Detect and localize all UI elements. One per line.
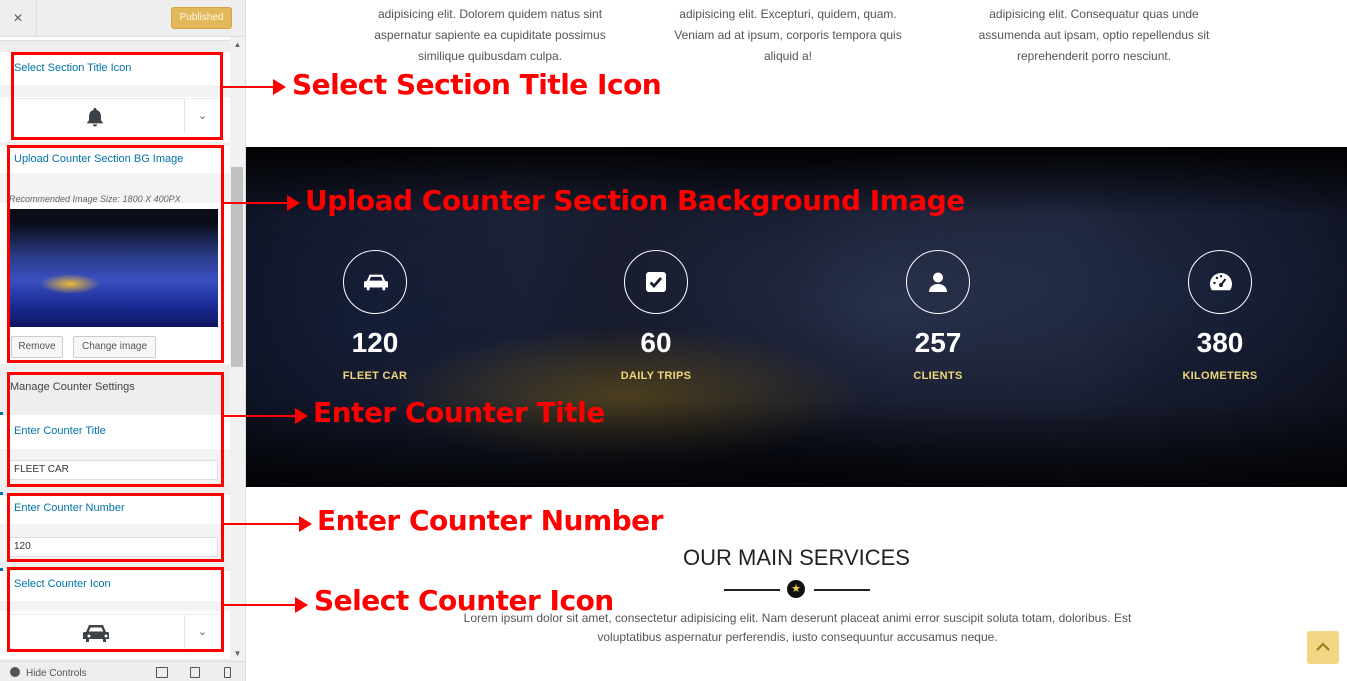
chevron-up-icon: [1316, 642, 1330, 651]
annotation-arrow: [222, 79, 286, 95]
counter-icon-circle: [906, 250, 970, 314]
counter-number: 257: [914, 327, 962, 358]
field-title: Enter Counter Title: [14, 425, 106, 437]
counter-number: 380: [1196, 327, 1244, 358]
chevron-down-icon[interactable]: ⌄: [184, 99, 220, 133]
collapse-icon: [10, 667, 20, 677]
bell-icon: [87, 107, 103, 127]
hide-controls-label: Hide Controls: [26, 668, 87, 679]
feature-blurb: adipisicing elit. Consequatur quas unde …: [978, 7, 1210, 63]
remove-image-button[interactable]: Remove: [11, 336, 63, 358]
counter-icon-circle: [624, 250, 688, 314]
counter-item: 120 FLEET CAR: [275, 250, 475, 390]
speedometer-icon: [1210, 273, 1232, 291]
scroll-thumb[interactable]: [231, 167, 243, 367]
annotation-label: Enter Counter Number: [317, 504, 663, 537]
counter-item: 380 KILOMETERS: [1120, 250, 1320, 390]
user-icon: [929, 272, 947, 292]
scroll-down-arrow[interactable]: ▼: [230, 649, 245, 659]
sidebar-header: × Published: [0, 0, 245, 37]
back-to-top-button[interactable]: [1307, 631, 1339, 664]
counter-number: 120: [351, 327, 399, 358]
tablet-preview-icon[interactable]: [190, 667, 200, 678]
site-preview: adipisicing elit. Dolorem quidem natus s…: [246, 0, 1347, 681]
customizer-sidebar: × Published Select Section Title Icon ⌄ …: [0, 0, 246, 681]
section-title-icon-field: Select Section Title Icon ⌄: [0, 52, 230, 142]
manage-counter-heading: Manage Counter Settings: [10, 381, 135, 393]
counter-label: KILOMETERS: [1182, 370, 1258, 382]
field-title: Upload Counter Section BG Image: [14, 153, 184, 165]
counter-number: 60: [640, 327, 672, 358]
desktop-preview-icon[interactable]: [156, 667, 168, 678]
sidebar-footer: Hide Controls: [0, 661, 245, 681]
annotation-label: Enter Counter Title: [313, 396, 605, 429]
counter-icon-field: Select Counter Icon ⌄: [0, 571, 230, 659]
field-title: Enter Counter Number: [14, 502, 125, 514]
published-button[interactable]: Published: [171, 7, 232, 29]
star-icon: ★: [787, 580, 805, 598]
counter-label: CLIENTS: [913, 370, 963, 382]
car-icon: [83, 625, 109, 642]
annotation-label: Select Section Title Icon: [292, 68, 662, 101]
counter-number-field: Enter Counter Number 120: [0, 495, 230, 561]
field-title: Select Section Title Icon: [14, 62, 132, 74]
counter-number-input[interactable]: 120: [8, 537, 218, 557]
mobile-preview-icon[interactable]: [224, 667, 231, 678]
services-divider: ★: [724, 579, 870, 599]
section-title-icon-select[interactable]: ⌄: [8, 98, 220, 133]
feature-blurb: adipisicing elit. Excepturi, quidem, qua…: [674, 7, 902, 63]
sidebar-controls: Select Section Title Icon ⌄ Upload Count…: [0, 37, 230, 661]
counter-item: 257 CLIENTS: [838, 250, 1038, 390]
services-title: OUR MAIN SERVICES: [683, 545, 910, 570]
sidebar-scrollbar[interactable]: ▲ ▼: [230, 37, 245, 661]
field-band: [0, 85, 230, 97]
feature-blurb: adipisicing elit. Dolorem quidem natus s…: [374, 7, 606, 63]
annotation-arrow: [222, 195, 300, 211]
check-square-icon: [646, 272, 666, 292]
chevron-down-icon[interactable]: ⌄: [184, 615, 220, 649]
field-title: Select Counter Icon: [14, 578, 111, 590]
counter-title-field: Enter Counter Title FLEET CAR: [0, 415, 230, 483]
counter-label: FLEET CAR: [342, 370, 408, 382]
annotation-arrow: [222, 408, 308, 424]
previous-field-edge: [0, 37, 230, 41]
annotation-arrow: [222, 597, 308, 613]
annotation-label: Select Counter Icon: [314, 584, 614, 617]
counter-item: 60 DAILY TRIPS: [556, 250, 756, 390]
change-image-button[interactable]: Change image: [73, 336, 156, 358]
divider-line: [724, 589, 780, 591]
counter-icon-select[interactable]: ⌄: [8, 614, 220, 649]
car-icon: [364, 274, 388, 291]
scroll-up-arrow[interactable]: ▲: [230, 40, 245, 50]
hide-controls-button[interactable]: Hide Controls: [10, 667, 87, 679]
recommended-size-note: Recommended Image Size: 1800 X 400PX: [9, 194, 181, 204]
counter-title-input[interactable]: FLEET CAR: [8, 460, 218, 480]
annotation-label: Upload Counter Section Background Image: [305, 184, 965, 217]
divider-line: [814, 589, 870, 591]
bg-image-thumbnail[interactable]: [10, 209, 218, 327]
field-band: [0, 601, 230, 611]
annotation-arrow: [222, 516, 312, 532]
close-button[interactable]: ×: [0, 0, 37, 37]
counter-icon-circle: [343, 250, 407, 314]
counter-label: DAILY TRIPS: [620, 370, 692, 382]
counter-icon-circle: [1188, 250, 1252, 314]
